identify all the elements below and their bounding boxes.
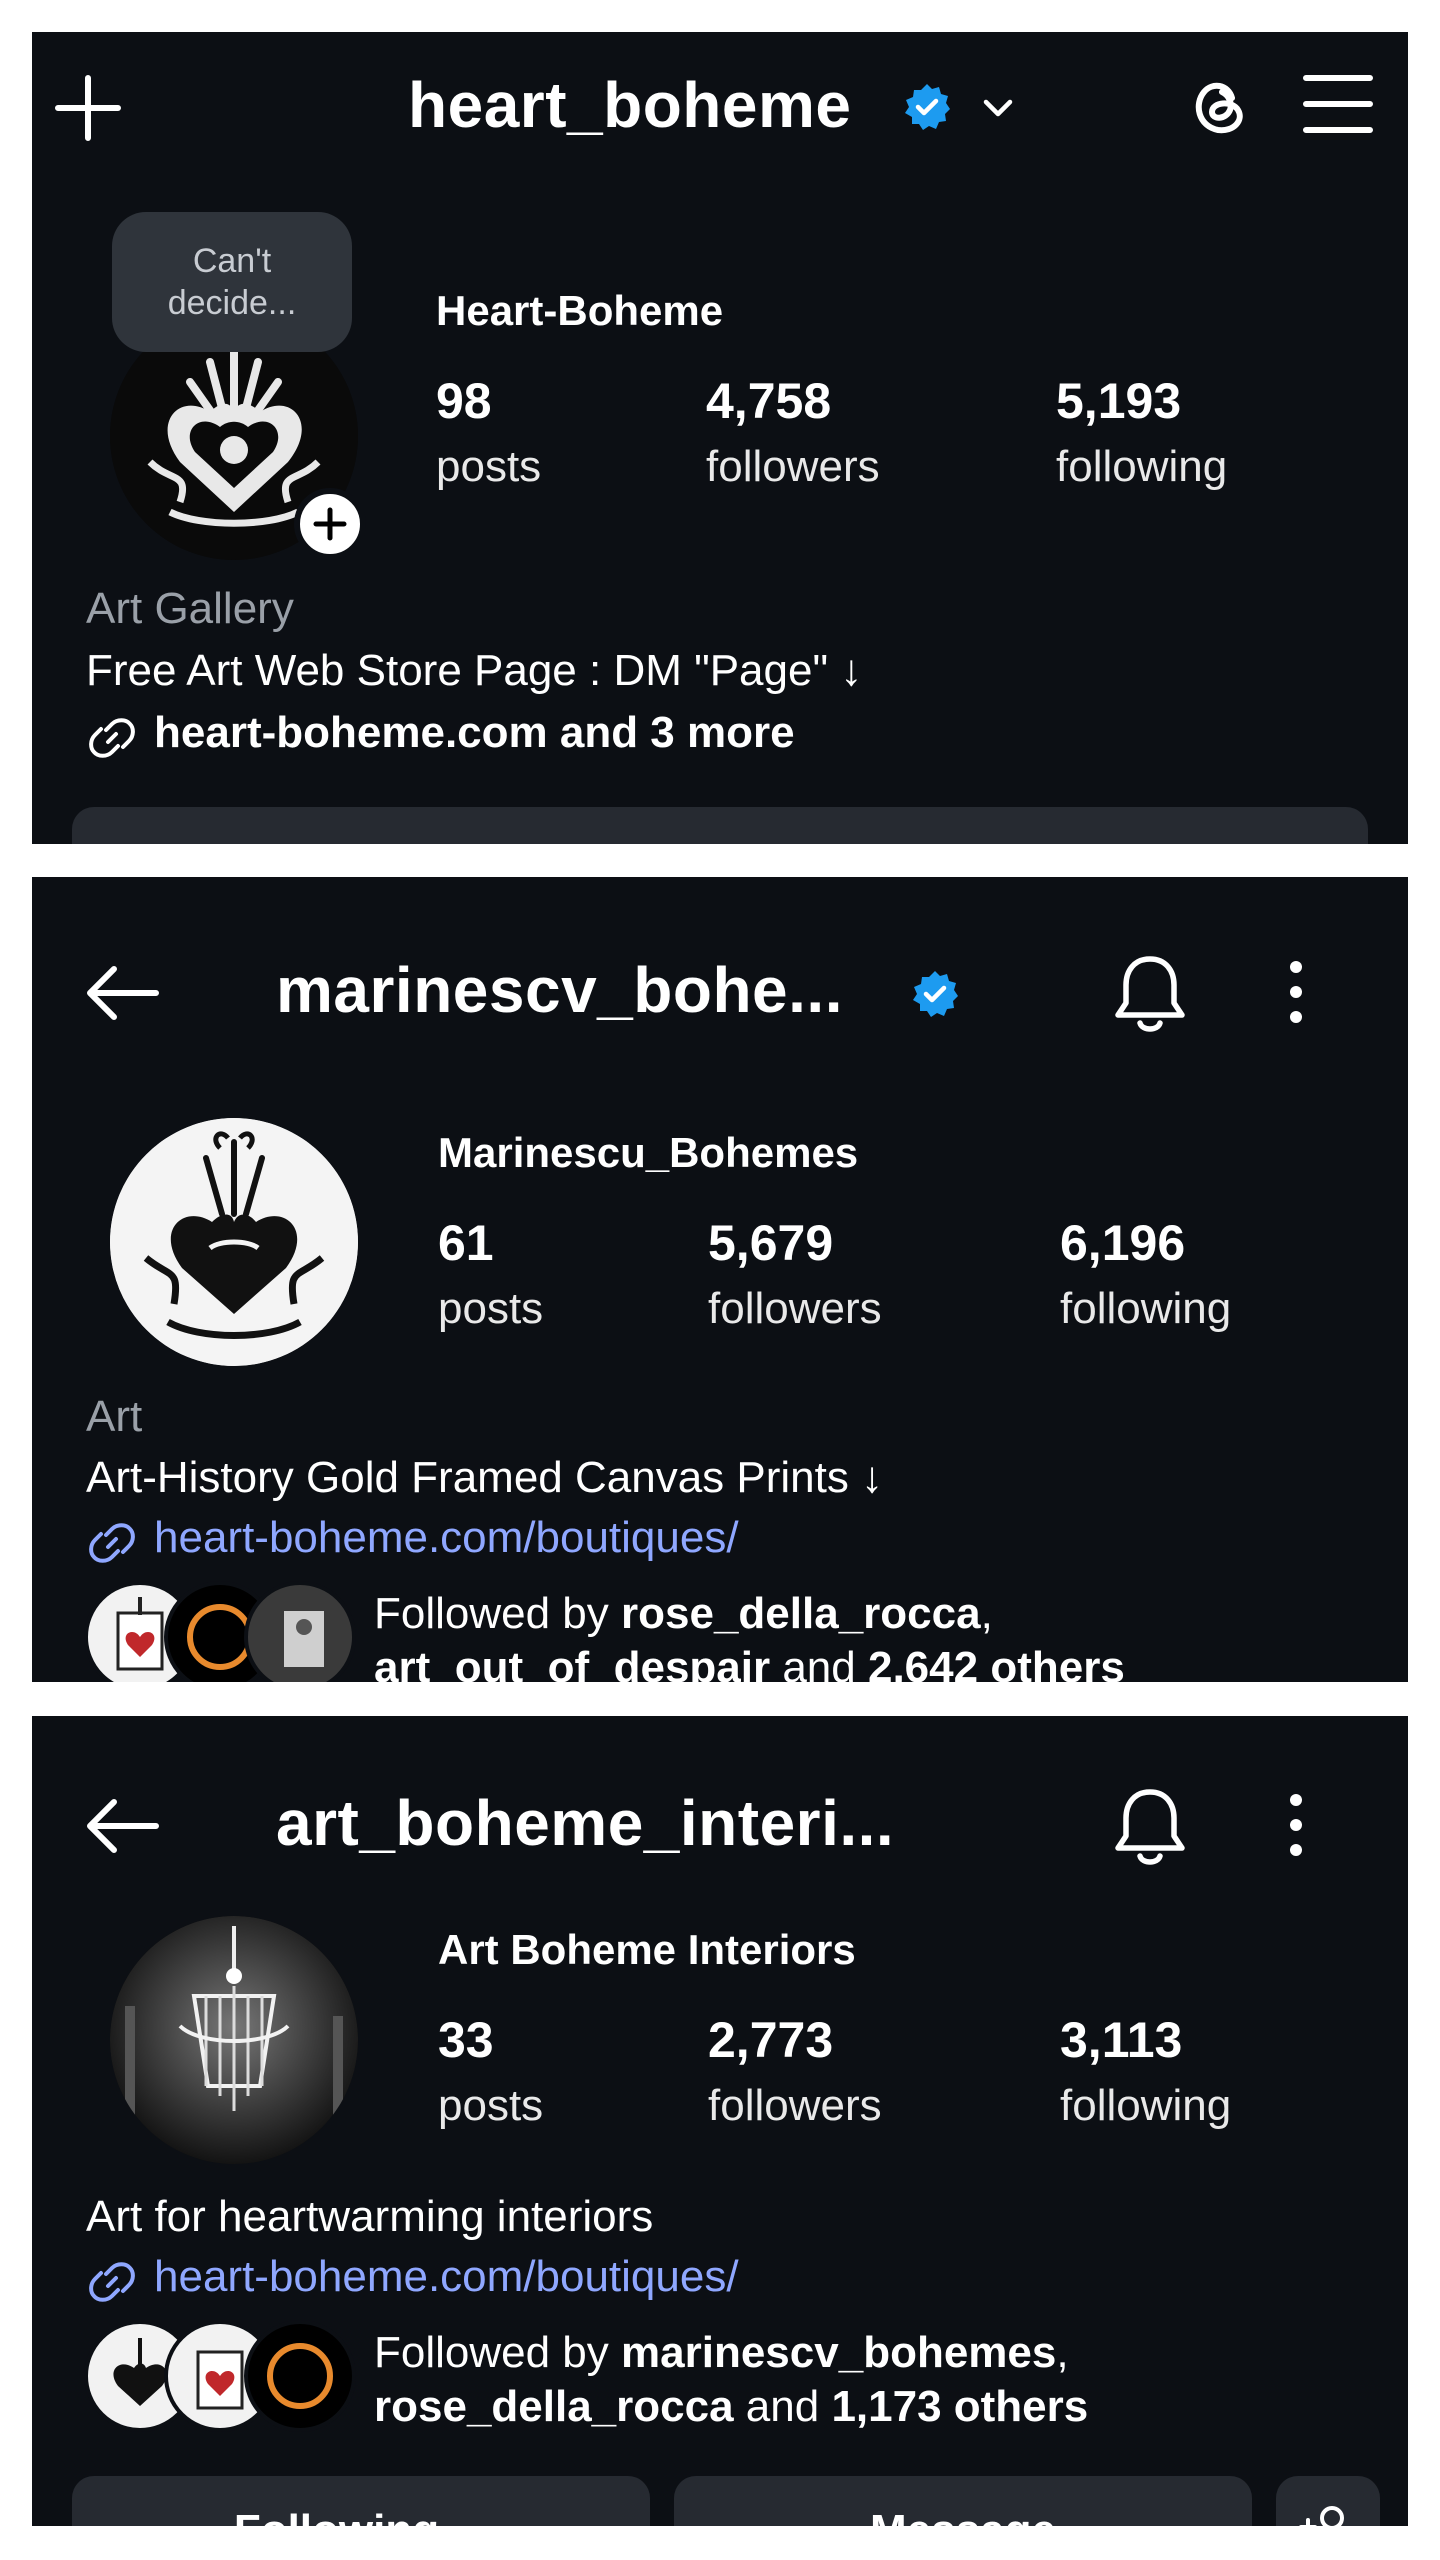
following-label[interactable]: following: [1056, 442, 1227, 492]
followed-by-prefix: Followed by: [374, 2328, 622, 2377]
bell-icon[interactable]: [1112, 1784, 1188, 1868]
hamburger-menu-icon[interactable]: [1302, 72, 1374, 136]
bio-text: Art for heartwarming interiors: [86, 2192, 654, 2241]
posts-count[interactable]: 61: [438, 1214, 494, 1272]
followers-count[interactable]: 4,758: [706, 372, 831, 430]
following-button-label: Following ⌄: [234, 2506, 488, 2526]
suggest-people-button[interactable]: [1276, 2476, 1380, 2526]
posts-count[interactable]: 98: [436, 372, 492, 430]
profile-username[interactable]: heart_boheme: [408, 68, 851, 142]
profile-avatar[interactable]: [110, 1916, 358, 2164]
bell-icon[interactable]: [1112, 951, 1188, 1035]
back-arrow-icon[interactable]: [82, 1796, 162, 1856]
mutual-others-count[interactable]: 1,173 others: [831, 2382, 1088, 2431]
verified-badge-icon: [913, 971, 958, 1017]
profile-avatar[interactable]: [110, 1118, 358, 1366]
following-count[interactable]: 6,196: [1060, 1214, 1185, 1272]
more-vertical-icon[interactable]: [1286, 959, 1306, 1025]
following-count[interactable]: 5,193: [1056, 372, 1181, 430]
link-icon: [89, 718, 135, 758]
back-arrow-icon[interactable]: [82, 963, 162, 1023]
posts-label[interactable]: posts: [438, 2081, 543, 2131]
threads-icon[interactable]: [1182, 68, 1258, 144]
mutual-follower-1[interactable]: rose_della_rocca: [621, 1589, 981, 1638]
category-label: Art: [86, 1392, 143, 1441]
website-link[interactable]: heart-boheme.com and 3 more: [154, 708, 795, 758]
followers-label[interactable]: followers: [708, 2081, 882, 2131]
link-icon: [89, 2262, 135, 2302]
following-button[interactable]: Following ⌄: [72, 2476, 650, 2526]
followers-count[interactable]: 2,773: [708, 2011, 833, 2069]
display-name: Art Boheme Interiors: [438, 1926, 856, 1973]
mutual-others-count[interactable]: 2,642 others: [868, 1643, 1125, 1682]
sacred-heart-image: [110, 1118, 358, 1366]
followers-count[interactable]: 5,679: [708, 1214, 833, 1272]
follower-avatar: [244, 2320, 356, 2432]
note-text: Can't decide...: [167, 242, 297, 322]
mutual-follower-2[interactable]: rose_della_rocca: [374, 2382, 734, 2431]
category-label: Art Gallery: [86, 584, 294, 633]
more-vertical-icon[interactable]: [1286, 1792, 1306, 1858]
plus-icon[interactable]: [52, 72, 124, 144]
profile-username: art_boheme_interi...: [276, 1787, 895, 1859]
followed-by-text[interactable]: Followed by rose_della_rocca, art_out_of…: [374, 1587, 1125, 1682]
bio-text: Art-History Gold Framed Canvas Prints ↓: [86, 1453, 884, 1502]
posts-count[interactable]: 33: [438, 2011, 494, 2069]
following-count[interactable]: 3,113: [1060, 2011, 1182, 2069]
message-button-label: Message: [870, 2506, 1056, 2526]
profile-username: marinescv_bohe...: [276, 954, 843, 1026]
separator: ,: [980, 1589, 993, 1638]
posts-label[interactable]: posts: [438, 1284, 543, 1334]
display-name: Marinescu_Bohemes: [438, 1129, 859, 1176]
posts-label[interactable]: posts: [436, 442, 541, 492]
display-name: Heart-Boheme: [436, 287, 724, 334]
message-button[interactable]: Message: [674, 2476, 1252, 2526]
profile-panel-heart-boheme: heart_boheme Can't decide... Heart-Bohem…: [32, 32, 1408, 844]
followed-by-text[interactable]: Followed by marinescv_bohemes, rose_dell…: [374, 2326, 1088, 2434]
chandelier-image: [110, 1916, 358, 2164]
edit-profile-button[interactable]: [72, 807, 1368, 844]
note-bubble[interactable]: Can't decide...: [112, 212, 352, 352]
verified-badge-icon: [905, 84, 950, 130]
website-link[interactable]: heart-boheme.com/boutiques/: [154, 1513, 739, 1563]
link-icon: [89, 1523, 135, 1563]
followed-by-prefix: Followed by: [374, 1589, 622, 1638]
separator: ,: [1056, 2328, 1069, 2377]
and-text: and: [770, 1643, 868, 1682]
following-label[interactable]: following: [1060, 2081, 1231, 2131]
mutual-follower-2[interactable]: art_out_of_despair: [374, 1643, 770, 1682]
profile-panel-marinescv: marinescv_bohe... Marinescu_Bohemes 61 p…: [32, 877, 1408, 1682]
add-story-icon[interactable]: [294, 488, 366, 560]
add-person-icon: [1299, 2506, 1344, 2526]
follower-avatar: [244, 1581, 356, 1682]
and-text: and: [733, 2382, 832, 2431]
followers-label[interactable]: followers: [708, 1284, 882, 1334]
website-link[interactable]: heart-boheme.com/boutiques/: [154, 2252, 739, 2302]
bio-text: Free Art Web Store Page : DM "Page" ↓: [86, 646, 863, 695]
chevron-down-icon[interactable]: [976, 86, 1020, 130]
mutual-follower-1[interactable]: marinescv_bohemes: [621, 2328, 1056, 2377]
profile-panel-art-boheme-interiors: art_boheme_interi... Art Boheme Interior…: [32, 1716, 1408, 2526]
followers-label[interactable]: followers: [706, 442, 880, 492]
following-label[interactable]: following: [1060, 1284, 1231, 1334]
